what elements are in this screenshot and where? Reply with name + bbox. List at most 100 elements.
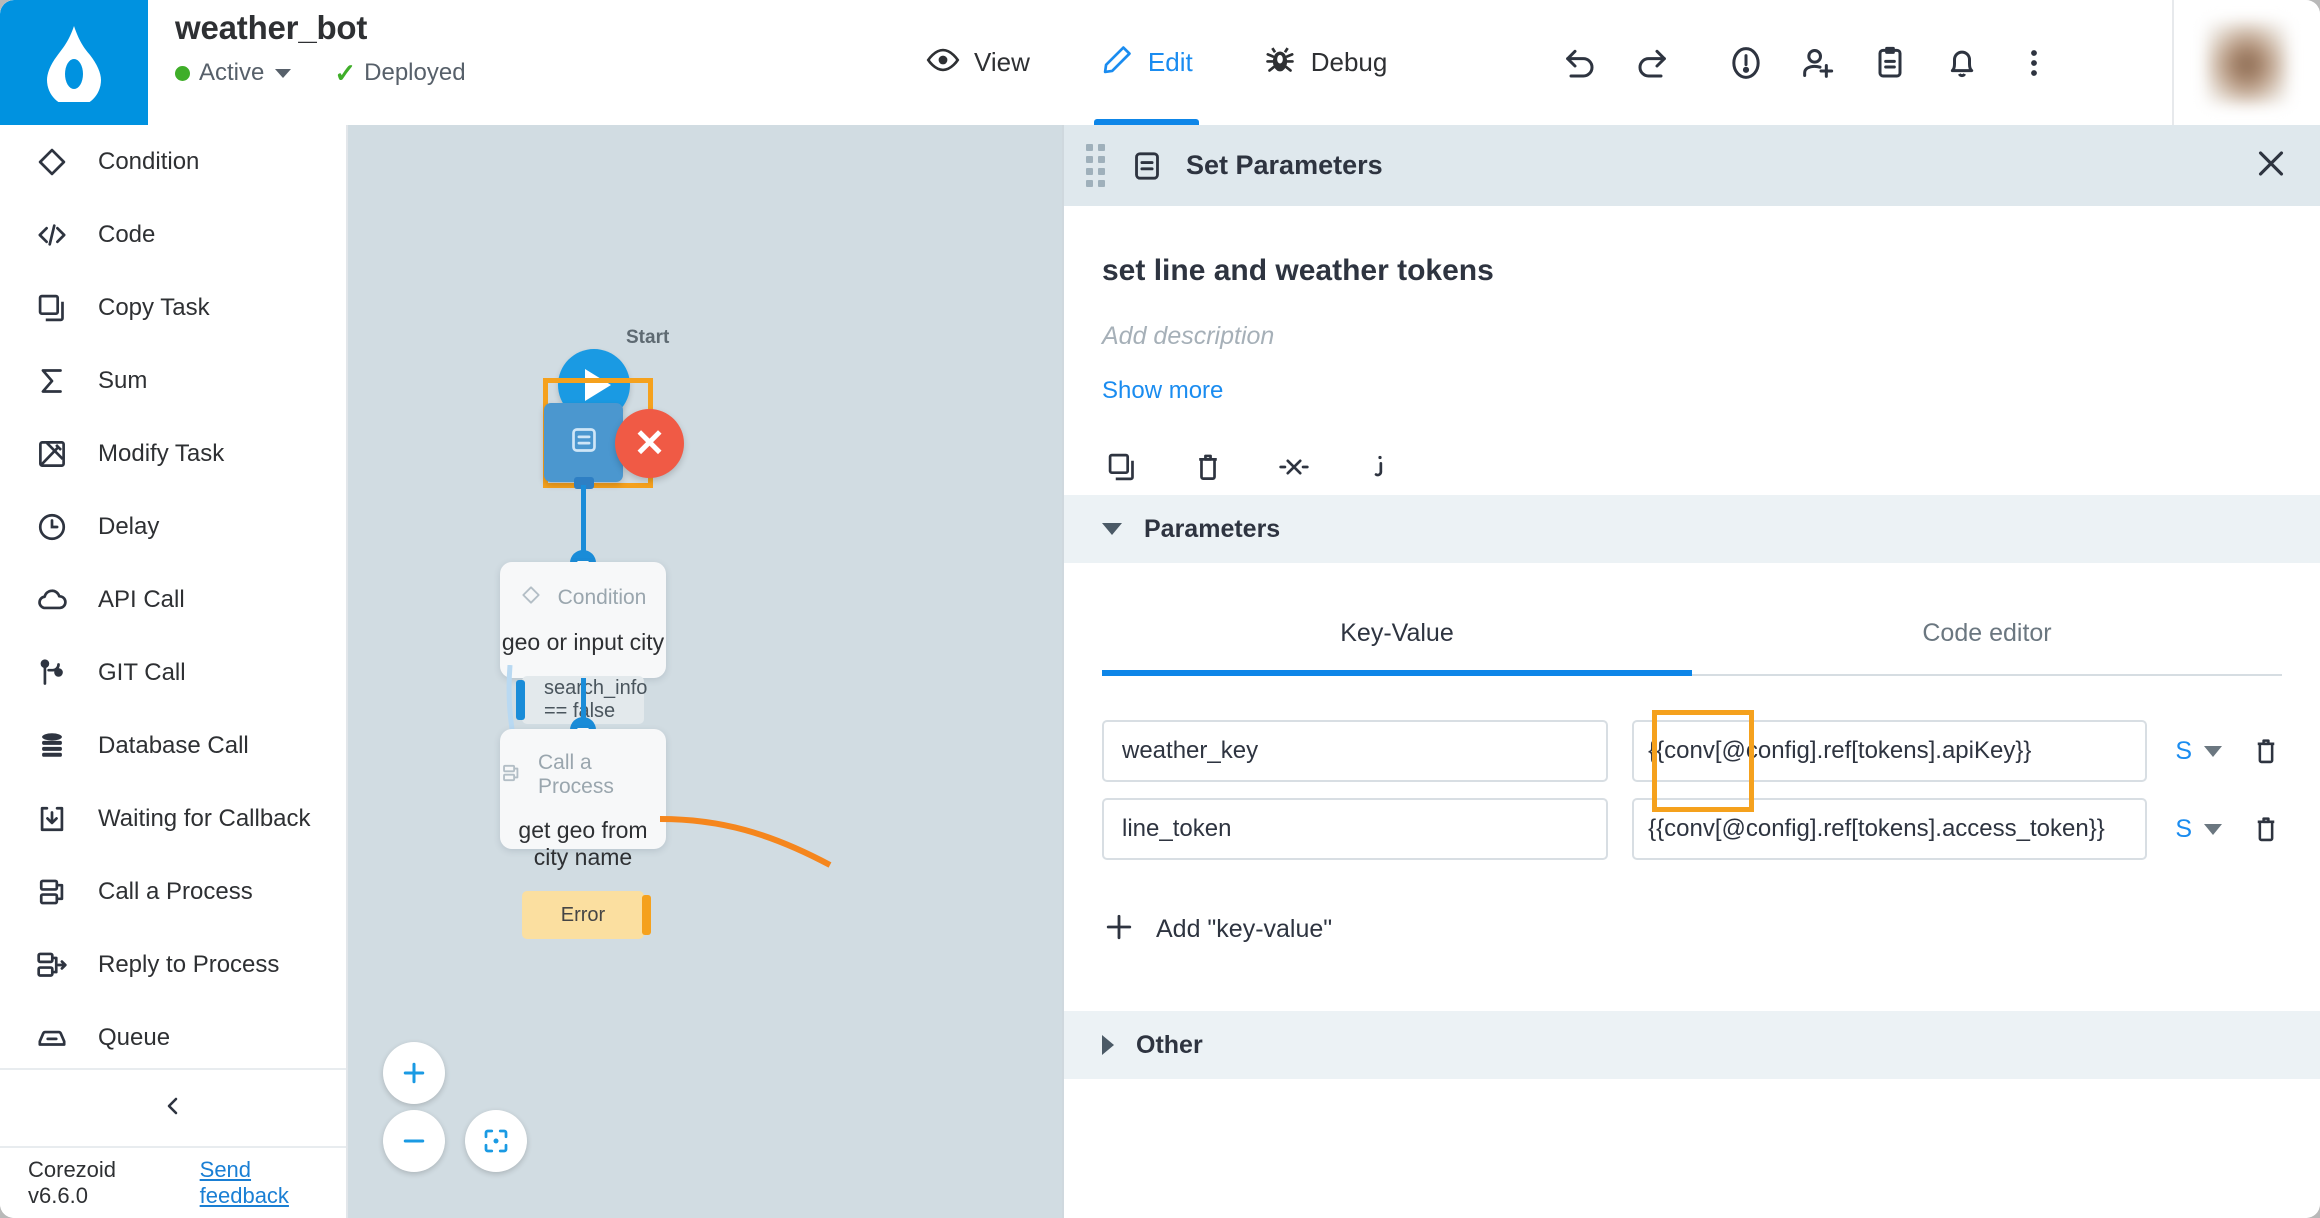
sidebar-label: Code: [98, 220, 156, 248]
delete-node-button[interactable]: [1188, 447, 1228, 487]
status-label[interactable]: Active: [199, 59, 264, 87]
set-parameters-node[interactable]: [544, 403, 623, 482]
kv-value-input-1[interactable]: [1632, 798, 2148, 860]
call-process-icon: [32, 872, 72, 912]
notifications-button[interactable]: [1926, 0, 1998, 125]
parameters-tabs: Key-Value Code editor: [1102, 563, 2282, 676]
app-version-label: Corezoid v6.6.0: [28, 1157, 117, 1208]
chevron-left-icon: [161, 1092, 185, 1125]
add-key-value-button[interactable]: Add "key-value": [1064, 876, 2320, 949]
eye-icon: [926, 43, 960, 82]
send-feedback-link[interactable]: Send feedback: [200, 1157, 346, 1209]
sidebar-item-waiting-for-callback[interactable]: Waiting for Callback: [0, 782, 346, 855]
table-row: S: [1102, 720, 2282, 782]
zoom-in-button[interactable]: [383, 1042, 445, 1104]
errors-button[interactable]: [1710, 0, 1782, 125]
node-description-placeholder[interactable]: Add description: [1102, 288, 2282, 351]
sidebar-item-copy-task[interactable]: Copy Task: [0, 271, 346, 344]
sidebar-item-condition[interactable]: Condition: [0, 125, 346, 198]
node-info-button[interactable]: [1360, 447, 1400, 487]
section-other-header[interactable]: Other: [1064, 1011, 2320, 1079]
application-window: weather_bot Active ✓ Deployed View Edit …: [0, 0, 2320, 1218]
node-name-label[interactable]: set line and weather tokens: [1102, 206, 2282, 288]
tab-key-value[interactable]: Key-Value: [1102, 563, 1692, 674]
sidebar-item-git-call[interactable]: GIT Call: [0, 636, 346, 709]
node-palette-sidebar: Condition Code Copy Task Sum Modify Task…: [0, 125, 348, 1218]
page-title: weather_bot: [175, 9, 368, 46]
more-button[interactable]: [1998, 0, 2070, 125]
sidebar-item-call-a-process[interactable]: Call a Process: [0, 855, 346, 928]
kv-key-input-1[interactable]: [1102, 798, 1609, 860]
tab-edit[interactable]: Edit: [1093, 0, 1199, 125]
sidebar-label: Modify Task: [98, 439, 225, 467]
node-tools: [1102, 405, 2282, 495]
error-chip[interactable]: Error: [522, 891, 651, 939]
kv-value-input-0[interactable]: [1632, 720, 2148, 782]
process-canvas[interactable]: Start ✕ Condition geo or input city sear…: [348, 125, 1062, 1218]
zoom-out-button[interactable]: [383, 1110, 445, 1172]
tab-view[interactable]: View: [920, 0, 1036, 125]
fit-view-button[interactable]: [465, 1110, 527, 1172]
avatar-image: [2206, 21, 2288, 104]
error-node[interactable]: ✕: [615, 409, 684, 478]
queue-icon: [32, 1018, 72, 1058]
sidebar-item-database-call[interactable]: Database Call: [0, 709, 346, 782]
sigma-icon: [32, 361, 72, 401]
panel-drag-handle[interactable]: [1086, 144, 1108, 187]
notes-button[interactable]: [1854, 0, 1926, 125]
condition-node-card[interactable]: Condition geo or input city search_info …: [500, 562, 666, 724]
deployed-badge: ✓ Deployed: [334, 59, 465, 87]
sidebar-item-modify-task[interactable]: Modify Task: [0, 417, 346, 490]
sidebar-item-delay[interactable]: Delay: [0, 490, 346, 563]
check-icon: ✓: [334, 58, 357, 88]
mode-nav: View Edit Debug: [920, 0, 1393, 125]
redo-button[interactable]: [1616, 0, 1688, 125]
share-button[interactable]: [1782, 0, 1854, 125]
sidebar-collapse-button[interactable]: [0, 1068, 346, 1146]
show-more-link[interactable]: Show more: [1102, 351, 1223, 405]
sidebar-label: Waiting for Callback: [98, 804, 311, 832]
status-row: Active ✓ Deployed: [175, 59, 466, 87]
reply-process-icon: [32, 945, 72, 985]
section-parameters-header[interactable]: Parameters: [1064, 495, 2320, 563]
node-title-label: geo or input city: [501, 629, 665, 655]
disconnect-node-button[interactable]: [1274, 447, 1314, 487]
canvas-graph: Start ✕ Condition geo or input city sear…: [348, 125, 1062, 1218]
tab-debug[interactable]: Debug: [1257, 0, 1394, 125]
node-palette-list: Condition Code Copy Task Sum Modify Task…: [0, 125, 346, 1068]
status-dot-icon: [175, 65, 190, 81]
node-type-row: Call a Process: [500, 729, 666, 799]
section-parameters-title: Parameters: [1144, 514, 1281, 543]
kv-type-select-0[interactable]: S: [2175, 737, 2222, 766]
user-avatar[interactable]: [2172, 0, 2320, 125]
sidebar-label: Delay: [98, 512, 160, 540]
node-type-label: Condition: [557, 585, 647, 609]
diamond-icon: [32, 142, 72, 182]
undo-button[interactable]: [1544, 0, 1616, 125]
sidebar-item-api-call[interactable]: API Call: [0, 563, 346, 636]
copy-node-button[interactable]: [1102, 447, 1142, 487]
corezoid-logo[interactable]: [0, 0, 148, 125]
sidebar-item-sum[interactable]: Sum: [0, 344, 346, 417]
sidebar-item-reply-to-process[interactable]: Reply to Process: [0, 928, 346, 1001]
call-process-node-card[interactable]: Call a Process get geo from city name Er…: [500, 729, 666, 939]
kv-key-input-0[interactable]: [1102, 720, 1609, 782]
key-value-rows: S S: [1064, 676, 2320, 860]
chevron-down-icon: [1102, 523, 1122, 535]
kv-delete-button-0[interactable]: [2250, 735, 2282, 767]
chevron-down-icon[interactable]: [275, 68, 292, 78]
kv-delete-button-1[interactable]: [2250, 813, 2282, 845]
close-icon[interactable]: [2252, 144, 2290, 187]
pencil-icon: [1100, 43, 1134, 82]
download-box-icon: [32, 799, 72, 839]
node-type-row: Condition: [500, 562, 666, 611]
sidebar-item-code[interactable]: Code: [0, 198, 346, 271]
node-properties-panel: Set Parameters set line and weather toke…: [1062, 125, 2320, 1218]
code-brackets-icon: [32, 215, 72, 255]
panel-title: Set Parameters: [1186, 150, 1383, 180]
diamond-icon: [520, 584, 542, 611]
sidebar-item-queue[interactable]: Queue: [0, 1001, 346, 1068]
kv-type-select-1[interactable]: S: [2175, 815, 2222, 844]
tab-code-editor[interactable]: Code editor: [1692, 563, 2282, 674]
deployed-label: Deployed: [364, 59, 466, 86]
